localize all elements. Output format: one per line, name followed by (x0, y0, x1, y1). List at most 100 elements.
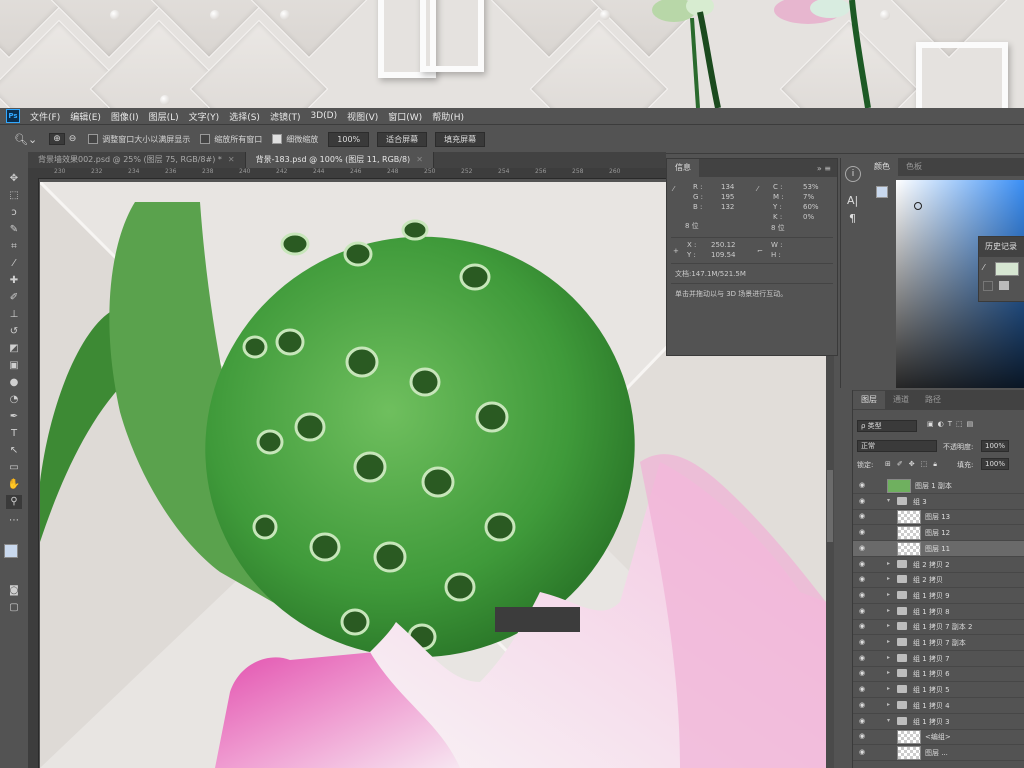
visibility-eye-icon[interactable]: ◉ (859, 748, 867, 756)
more-tools-icon[interactable]: ⋯ (6, 514, 22, 528)
visibility-eye-icon[interactable]: ◉ (859, 622, 867, 630)
eyedropper-tool-icon[interactable]: ⁄ (6, 257, 22, 271)
zoom-all-checkbox[interactable] (200, 134, 211, 144)
character-icon[interactable]: A| (847, 194, 858, 207)
color-fg-swatch[interactable] (876, 186, 888, 198)
chevron-right-icon[interactable]: ▸ (887, 607, 890, 614)
tab-layers[interactable]: 图层 (853, 391, 885, 409)
history-document-icon[interactable] (999, 281, 1009, 290)
layer-row[interactable]: ◉ ▸ 组 1 拷贝 8 (853, 604, 1024, 620)
layer-row[interactable]: ◉ ▾ 组 3 (853, 494, 1024, 510)
chevron-right-icon[interactable]: ▸ (887, 638, 890, 645)
chevron-right-icon[interactable]: ▸ (887, 654, 890, 661)
close-icon[interactable]: ✕ (228, 155, 235, 164)
document-tab-active[interactable]: 背景-183.psd @ 100% (图层 11, RGB/8) ✕ (245, 152, 434, 168)
layer-row[interactable]: ◉ <编组> (853, 729, 1024, 746)
layer-kind-select[interactable]: ρ 类型 (857, 420, 917, 432)
chevron-down-icon[interactable]: ▾ (887, 497, 890, 504)
menu-layer[interactable]: 图层(L) (149, 110, 179, 123)
foreground-color-swatch[interactable] (4, 544, 18, 558)
quick-select-tool-icon[interactable]: ✎ (6, 223, 22, 237)
history-snapshot-thumbnail[interactable] (995, 262, 1019, 276)
layer-row[interactable]: ◉ 图层 12 (853, 525, 1024, 542)
menu-edit[interactable]: 编辑(E) (70, 110, 101, 123)
history-state-checkbox[interactable] (983, 281, 993, 291)
fit-screen-button[interactable]: 适合屏幕 (377, 131, 428, 147)
visibility-eye-icon[interactable]: ◉ (859, 717, 867, 725)
fill-screen-button[interactable]: 填充屏幕 (435, 131, 486, 147)
visibility-eye-icon[interactable]: ◉ (859, 591, 867, 599)
tab-color[interactable]: 颜色 (866, 158, 898, 176)
visibility-eye-icon[interactable]: ◉ (859, 669, 867, 677)
zoom-value-button[interactable]: 100% (328, 131, 370, 147)
fill-value[interactable]: 100% (981, 458, 1010, 470)
zoom-in-icon[interactable]: ⊕ (49, 133, 65, 145)
layer-row[interactable]: ◉ 图层 ... (853, 745, 1024, 761)
visibility-eye-icon[interactable]: ◉ (859, 497, 867, 505)
visibility-eye-icon[interactable]: ◉ (859, 701, 867, 709)
path-select-tool-icon[interactable]: ↖ (6, 444, 22, 458)
visibility-eye-icon[interactable]: ◉ (859, 685, 867, 693)
lock-icons[interactable]: ⊞✐✥⬚🔒︎ (885, 460, 943, 469)
layer-row[interactable]: ◉ ▸ 组 2 拷贝 (853, 572, 1024, 589)
chevron-right-icon[interactable]: ▸ (887, 622, 890, 629)
layer-row[interactable]: ◉ ▸ 组 1 拷贝 4 (853, 698, 1024, 714)
scrubby-zoom-checkbox[interactable] (272, 134, 283, 144)
history-brush-icon[interactable]: ⁄ (983, 263, 984, 272)
blur-tool-icon[interactable]: ● (6, 376, 22, 390)
gradient-tool-icon[interactable]: ▣ (6, 359, 22, 373)
color-picker-handle[interactable] (914, 202, 922, 210)
scrubby-zoom-option[interactable]: 细微缩放 (272, 134, 318, 145)
history-brush-tool-icon[interactable]: ↺ (6, 325, 22, 339)
chevron-right-icon[interactable]: ▸ (887, 701, 890, 708)
visibility-eye-icon[interactable]: ◉ (859, 544, 867, 552)
info-icon[interactable]: i (845, 166, 861, 182)
layer-row[interactable]: ◉ 图层 13 (853, 509, 1024, 526)
chevron-right-icon[interactable]: ▸ (887, 685, 890, 692)
marquee-tool-icon[interactable]: ⬚ (6, 189, 22, 203)
healing-tool-icon[interactable]: ✚ (6, 274, 22, 288)
resize-windows-checkbox[interactable] (88, 134, 99, 144)
layer-row[interactable]: ◉ ▸ 组 2 拷贝 2 (853, 557, 1024, 573)
screen-mode-icon[interactable]: ▢ (6, 601, 22, 615)
paragraph-icon[interactable]: ¶ (849, 212, 856, 225)
hand-tool-icon[interactable]: ✋ (6, 478, 22, 492)
zoom-tool-icon[interactable]: ⚲ (6, 495, 22, 509)
visibility-eye-icon[interactable]: ◉ (859, 575, 867, 583)
opacity-value[interactable]: 100% (981, 440, 1010, 452)
tab-info[interactable]: 信息 (667, 159, 699, 177)
chevron-right-icon[interactable]: ▸ (887, 591, 890, 598)
dodge-tool-icon[interactable]: ◔ (6, 393, 22, 407)
menu-select[interactable]: 选择(S) (229, 110, 260, 123)
layer-filter-icons[interactable]: ▣◐T⬚▤ (927, 420, 977, 428)
layer-row[interactable]: ◉ 图层 11 (853, 540, 1024, 557)
move-tool-icon[interactable]: ✥ (6, 172, 22, 186)
scrollbar-thumb[interactable] (827, 470, 833, 542)
menu-3d[interactable]: 3D(D) (310, 111, 337, 121)
crop-tool-icon[interactable]: ⌗ (6, 240, 22, 254)
resize-windows-option[interactable]: 调整窗口大小以满屏显示 (88, 134, 190, 145)
menu-image[interactable]: 图像(I) (111, 110, 139, 123)
menu-file[interactable]: 文件(F) (30, 110, 60, 123)
zoom-all-option[interactable]: 缩放所有窗口 (200, 134, 262, 145)
brush-tool-icon[interactable]: ✐ (6, 291, 22, 305)
document-tab[interactable]: 背景墙效果002.psd @ 25% (图层 75, RGB/8#) * ✕ (28, 152, 246, 168)
layer-row[interactable]: ◉ ▸ 组 1 拷贝 9 (853, 588, 1024, 604)
pen-tool-icon[interactable]: ✒ (6, 410, 22, 424)
type-tool-icon[interactable]: T (6, 427, 22, 441)
clone-stamp-tool-icon[interactable]: ⊥ (6, 308, 22, 322)
menu-view[interactable]: 视图(V) (347, 110, 378, 123)
fill-field[interactable]: 100% (981, 458, 1010, 470)
shape-tool-icon[interactable]: ▭ (6, 461, 22, 475)
layer-filter-kind[interactable]: ρ 类型 (857, 420, 917, 432)
chevron-down-icon[interactable]: ▾ (887, 717, 890, 724)
tab-channels[interactable]: 通道 (885, 391, 917, 409)
close-icon[interactable]: ✕ (416, 155, 423, 164)
visibility-eye-icon[interactable]: ◉ (859, 481, 867, 489)
zoom-out-icon[interactable]: ⊖ (69, 134, 77, 144)
eraser-tool-icon[interactable]: ◩ (6, 342, 22, 356)
menu-type[interactable]: 文字(Y) (189, 110, 220, 123)
chevron-right-icon[interactable]: ▸ (887, 669, 890, 676)
lasso-tool-icon[interactable]: ↄ (6, 206, 22, 220)
visibility-eye-icon[interactable]: ◉ (859, 654, 867, 662)
